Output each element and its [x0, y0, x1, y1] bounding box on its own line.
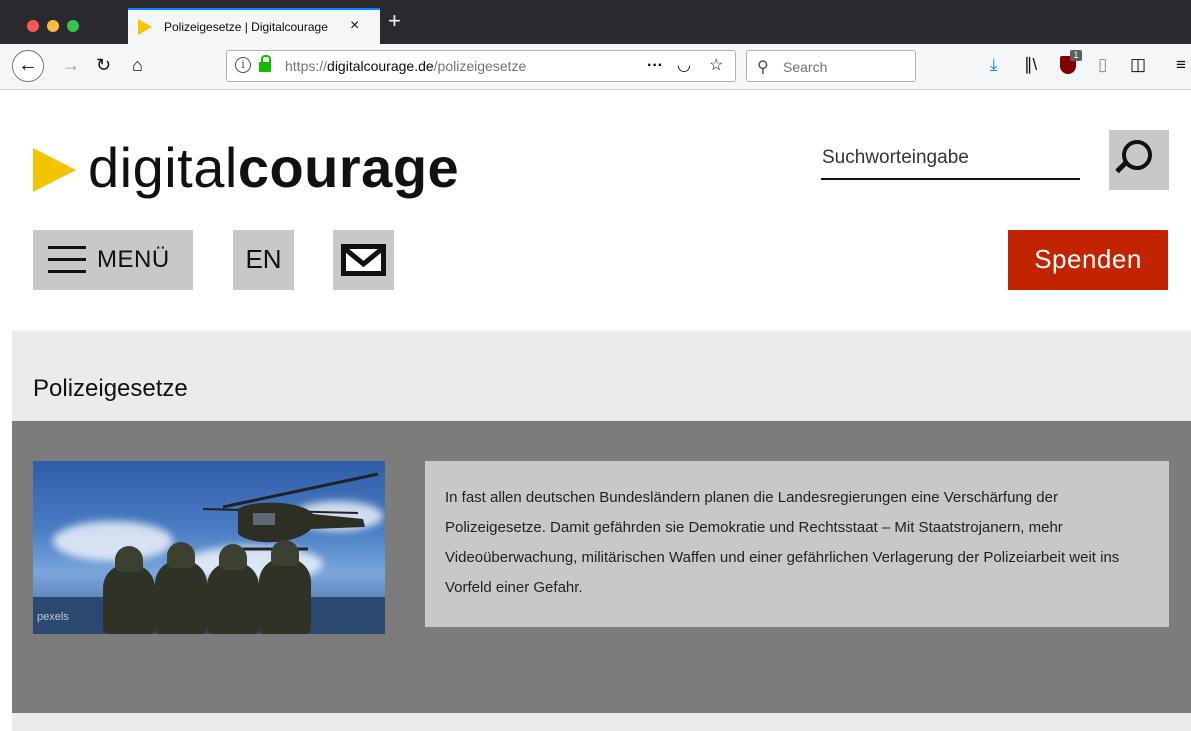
- mail-icon: [341, 244, 386, 276]
- intro-box: In fast allen deutschen Bundesländern pl…: [425, 461, 1169, 627]
- brand-light: digital: [88, 136, 238, 199]
- title-bar: Polizeigesetze | Digitalcourage × +: [0, 0, 1191, 44]
- brand-logo-icon: [33, 148, 76, 192]
- page-title-band: Polizeigesetze: [12, 331, 1191, 421]
- back-arrow-icon[interactable]: ←: [12, 50, 44, 82]
- hero-image: pexels: [33, 461, 385, 634]
- page-title: Polizeigesetze: [33, 375, 188, 402]
- tab-close-icon[interactable]: ×: [350, 17, 359, 35]
- url-bar[interactable]: i https://digitalcourage.de/polizeigeset…: [226, 50, 736, 82]
- home-icon[interactable]: ⌂: [132, 54, 143, 76]
- library-icon[interactable]: ∥\: [1024, 54, 1037, 76]
- url-text[interactable]: https://digitalcourage.de/polizeigesetze: [285, 58, 526, 74]
- new-tab-button[interactable]: +: [388, 10, 401, 32]
- image-credit: pexels: [37, 611, 69, 623]
- tab-title: Polizeigesetze | Digitalcourage: [164, 20, 328, 34]
- url-path: /polizeigesetze: [433, 58, 527, 74]
- site-search-input[interactable]: Suchworteingabe: [821, 147, 1080, 180]
- navigation-bar: ← → ↻ ⌂ i https://digitalcourage.de/poli…: [0, 44, 1191, 90]
- web-page: digitalcourage Suchworteingabe MENÜ EN S…: [12, 91, 1191, 731]
- zoom-window-button[interactable]: [67, 20, 79, 32]
- brand-logo[interactable]: digitalcourage: [88, 136, 459, 200]
- search-icon: ⚲: [757, 59, 769, 76]
- pocket-icon[interactable]: ◡: [677, 56, 691, 76]
- info-icon[interactable]: i: [235, 57, 251, 73]
- menu-button[interactable]: MENÜ: [33, 230, 193, 290]
- close-window-button[interactable]: [27, 20, 39, 32]
- hamburger-menu-icon[interactable]: ≡: [1176, 54, 1186, 76]
- browser-search-bar[interactable]: ⚲ Search: [746, 50, 916, 82]
- ublock-badge: 1: [1070, 50, 1082, 61]
- site-search-button[interactable]: [1109, 130, 1169, 190]
- menu-icon: [48, 246, 86, 282]
- lock-icon[interactable]: [259, 55, 271, 72]
- donate-label: Spenden: [1034, 244, 1142, 274]
- url-host: digitalcourage.de: [327, 58, 434, 74]
- intro-text: In fast allen deutschen Bundesländern pl…: [445, 489, 1120, 596]
- reader-icon[interactable]: ▯: [1098, 54, 1107, 76]
- url-prefix: https://: [285, 58, 328, 74]
- menu-label: MENÜ: [97, 246, 170, 273]
- language-button[interactable]: EN: [233, 230, 294, 290]
- reload-icon[interactable]: ↻: [96, 54, 111, 76]
- bookmark-star-icon[interactable]: ☆: [709, 56, 723, 76]
- download-icon[interactable]: ⤓: [990, 54, 998, 76]
- more-actions-icon[interactable]: ···: [647, 56, 663, 76]
- sidebar-icon[interactable]: ◫: [1130, 54, 1146, 76]
- donate-button[interactable]: Spenden: [1008, 230, 1168, 290]
- minimize-window-button[interactable]: [47, 20, 59, 32]
- content-section: pexels In fast allen deutschen Bundeslän…: [12, 421, 1191, 713]
- bottom-band: [12, 713, 1191, 731]
- active-tab[interactable]: Polizeigesetze | Digitalcourage ×: [128, 8, 380, 44]
- browser-search-placeholder: Search: [783, 59, 828, 75]
- language-label: EN: [245, 244, 282, 274]
- brand-bold: courage: [237, 136, 460, 199]
- browser-window: Polizeigesetze | Digitalcourage × + ← → …: [0, 0, 1191, 731]
- newsletter-button[interactable]: [333, 230, 394, 290]
- favicon-icon: [138, 19, 152, 35]
- site-search-placeholder: Suchworteingabe: [822, 147, 969, 168]
- forward-arrow-icon[interactable]: →: [62, 54, 80, 76]
